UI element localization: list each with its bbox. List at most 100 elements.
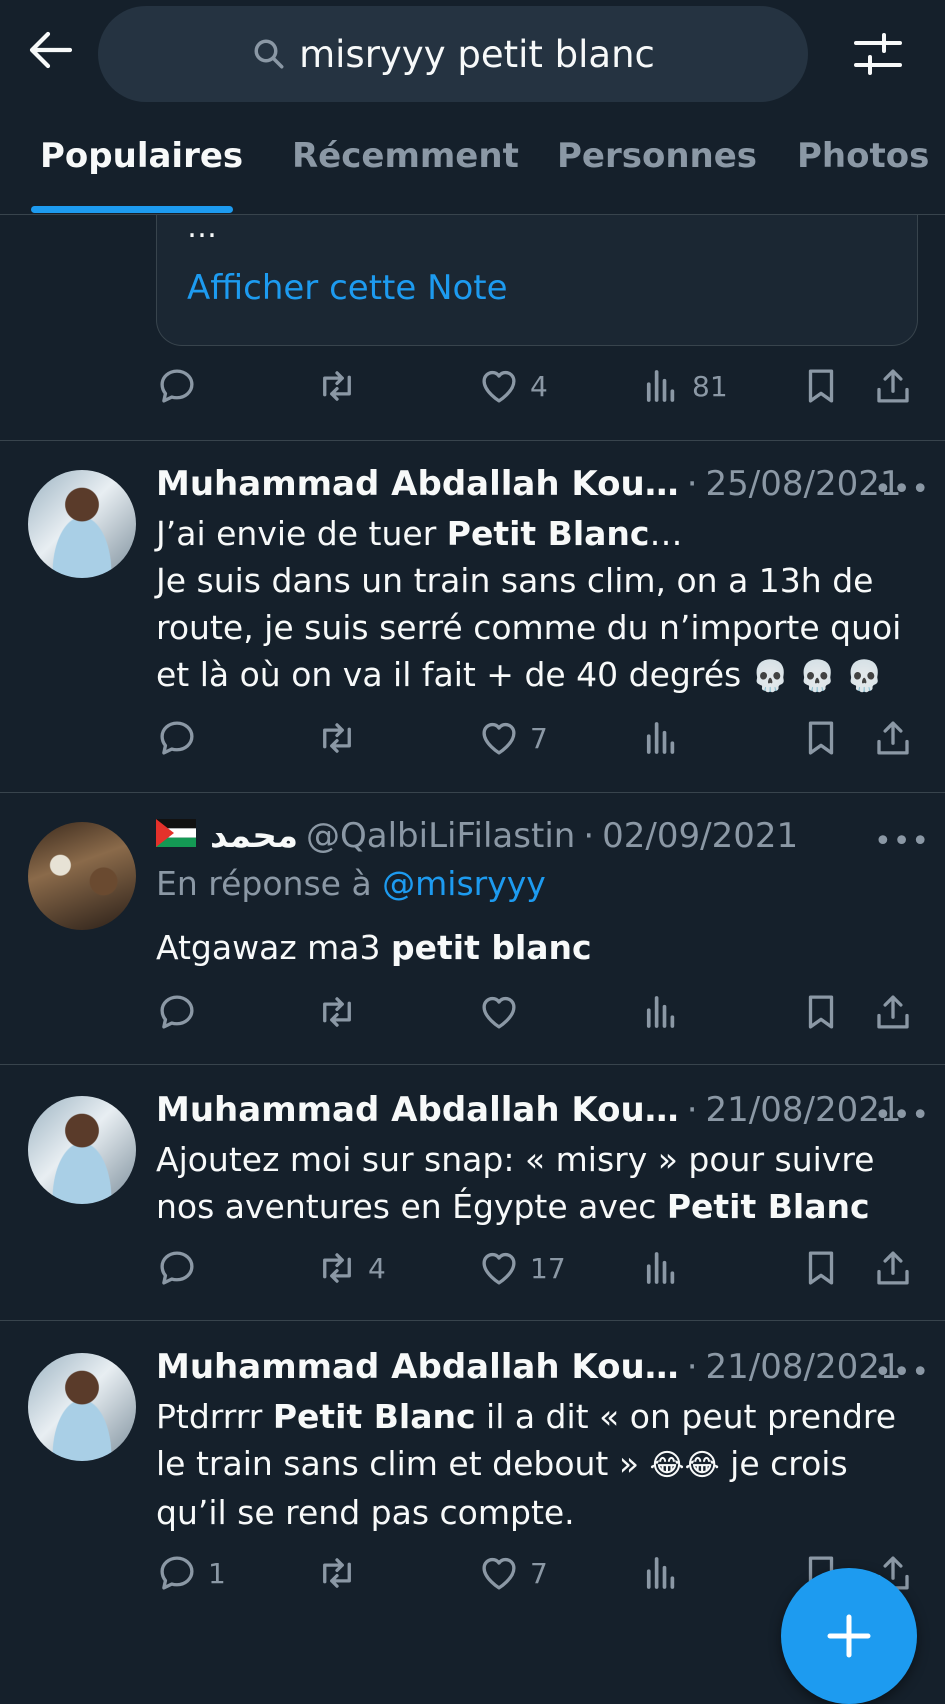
more-options-icon[interactable]: ••• xyxy=(874,1098,930,1133)
retweet-count: 4 xyxy=(368,1251,386,1285)
tweet-header: Muhammad Abdallah Kou… · 21/08/2021 xyxy=(156,1347,916,1397)
back-button[interactable] xyxy=(22,22,78,78)
tweet-header: Muhammad Abdallah Kou… · 21/08/2021 xyxy=(156,1090,916,1140)
avatar[interactable] xyxy=(28,1353,136,1461)
compose-button[interactable] xyxy=(781,1568,917,1704)
retweet-icon xyxy=(316,1552,358,1594)
filter-button[interactable] xyxy=(850,28,906,80)
retweet-button[interactable]: 4 xyxy=(316,1244,386,1292)
tweet-actions: 4 17 xyxy=(156,1244,916,1292)
tweet-date[interactable]: 02/09/2021 xyxy=(602,816,798,856)
author-name[interactable]: Muhammad Abdallah Kou… xyxy=(156,464,679,504)
views-icon xyxy=(640,991,682,1033)
bookmark-icon xyxy=(800,365,842,407)
reply-button[interactable] xyxy=(156,714,208,762)
reply-icon xyxy=(156,365,198,407)
heart-icon xyxy=(478,1552,520,1594)
views-button[interactable] xyxy=(640,714,692,762)
tab-recemment[interactable]: Récemment xyxy=(292,136,519,176)
retweet-button[interactable] xyxy=(316,362,368,410)
avatar[interactable] xyxy=(28,470,136,578)
palestine-flag-icon xyxy=(156,819,196,847)
filter-sliders-icon xyxy=(854,33,902,75)
show-note-link[interactable]: Afficher cette Note xyxy=(187,268,508,308)
more-options-icon[interactable]: ••• xyxy=(874,824,930,859)
views-icon xyxy=(640,717,682,759)
reply-icon xyxy=(156,1247,198,1289)
reply-count: 1 xyxy=(208,1556,226,1590)
retweet-button[interactable] xyxy=(316,988,368,1036)
retweet-icon xyxy=(316,991,358,1033)
tweet-header: Muhammad Abdallah Kou… · 25/08/2021 xyxy=(156,464,916,514)
search-input[interactable]: misryyy petit blanc xyxy=(98,6,808,102)
tweet[interactable]: محمد @QalbiLiFilastin · 02/09/2021 ••• E… xyxy=(0,814,945,1064)
share-icon xyxy=(872,717,914,759)
like-count: 17 xyxy=(530,1251,566,1285)
more-options-icon[interactable]: ••• xyxy=(874,472,930,507)
tweet-actions xyxy=(156,988,916,1036)
tweet[interactable]: Muhammad Abdallah Kou… · 21/08/2021 ••• … xyxy=(0,1088,945,1320)
tweet-text: J’ai envie de tuer Petit Blanc… Je suis d… xyxy=(156,510,916,700)
highlighted-term: Petit Blanc xyxy=(272,1397,476,1436)
like-button[interactable] xyxy=(478,988,530,1036)
skull-emojis: 💀 💀 💀 xyxy=(751,659,883,694)
tweet-date[interactable]: 21/08/2021 xyxy=(706,1090,902,1130)
tweet-date[interactable]: 25/08/2021 xyxy=(706,464,902,504)
views-button[interactable] xyxy=(640,1244,692,1292)
tab-personnes[interactable]: Personnes xyxy=(557,136,757,176)
views-icon xyxy=(640,365,682,407)
reply-button[interactable] xyxy=(156,362,208,410)
reply-button[interactable] xyxy=(156,1244,208,1292)
views-button[interactable] xyxy=(640,988,692,1036)
author-name[interactable]: محمد xyxy=(210,816,298,856)
bookmark-button[interactable] xyxy=(800,362,842,410)
share-button[interactable] xyxy=(872,1244,914,1292)
note-ellipsis: … xyxy=(187,210,217,245)
divider xyxy=(0,1320,945,1321)
reply-icon xyxy=(156,991,198,1033)
views-count: 81 xyxy=(692,369,728,403)
separator: · xyxy=(686,464,698,504)
author-name[interactable]: Muhammad Abdallah Kou… xyxy=(156,1347,679,1387)
retweet-icon xyxy=(316,717,358,759)
divider xyxy=(0,792,945,793)
author-name[interactable]: Muhammad Abdallah Kou… xyxy=(156,1090,679,1130)
reply-to-handle[interactable]: @misryyy xyxy=(382,864,546,903)
back-arrow-icon xyxy=(29,31,72,69)
tweet-text: Ptdrrrr Petit Blanc il a dit « on peut p… xyxy=(156,1393,916,1536)
views-button[interactable] xyxy=(640,1549,692,1597)
retweet-button[interactable] xyxy=(316,714,368,762)
share-button[interactable] xyxy=(872,988,914,1036)
text-segment: Atgawaz ma3 xyxy=(156,928,391,967)
avatar[interactable] xyxy=(28,822,136,930)
like-button[interactable]: 7 xyxy=(478,1549,548,1597)
like-button[interactable]: 7 xyxy=(478,714,548,762)
retweet-button[interactable] xyxy=(316,1549,368,1597)
tab-photos[interactable]: Photos xyxy=(797,136,929,176)
tweet[interactable]: Muhammad Abdallah Kou… · 25/08/2021 ••• … xyxy=(0,462,945,792)
tweet-date[interactable]: 21/08/2021 xyxy=(706,1347,902,1387)
more-options-icon[interactable]: ••• xyxy=(874,1355,930,1390)
reply-label: En réponse à xyxy=(156,864,383,903)
like-button[interactable]: 4 xyxy=(478,362,548,410)
retweet-icon xyxy=(316,365,358,407)
like-count: 4 xyxy=(530,369,548,403)
share-button[interactable] xyxy=(872,362,914,410)
reply-button[interactable]: 1 xyxy=(156,1549,226,1597)
reply-button[interactable] xyxy=(156,988,208,1036)
like-button[interactable]: 17 xyxy=(478,1244,566,1292)
bookmark-button[interactable] xyxy=(800,988,842,1036)
tweet-text: Atgawaz ma3 petit blanc xyxy=(156,924,916,971)
share-icon xyxy=(872,991,914,1033)
bookmark-button[interactable] xyxy=(800,714,842,762)
bookmark-button[interactable] xyxy=(800,1244,842,1292)
views-button[interactable]: 81 xyxy=(640,362,728,410)
author-handle[interactable]: @QalbiLiFilastin xyxy=(306,816,575,856)
avatar[interactable] xyxy=(28,1096,136,1204)
share-button[interactable] xyxy=(872,714,914,762)
bookmark-icon xyxy=(800,991,842,1033)
like-count: 7 xyxy=(530,1556,548,1590)
tab-populaires[interactable]: Populaires xyxy=(40,136,243,176)
bookmark-icon xyxy=(800,717,842,759)
tweet-text: Ajoutez moi sur snap: « misry » pour sui… xyxy=(156,1136,916,1230)
